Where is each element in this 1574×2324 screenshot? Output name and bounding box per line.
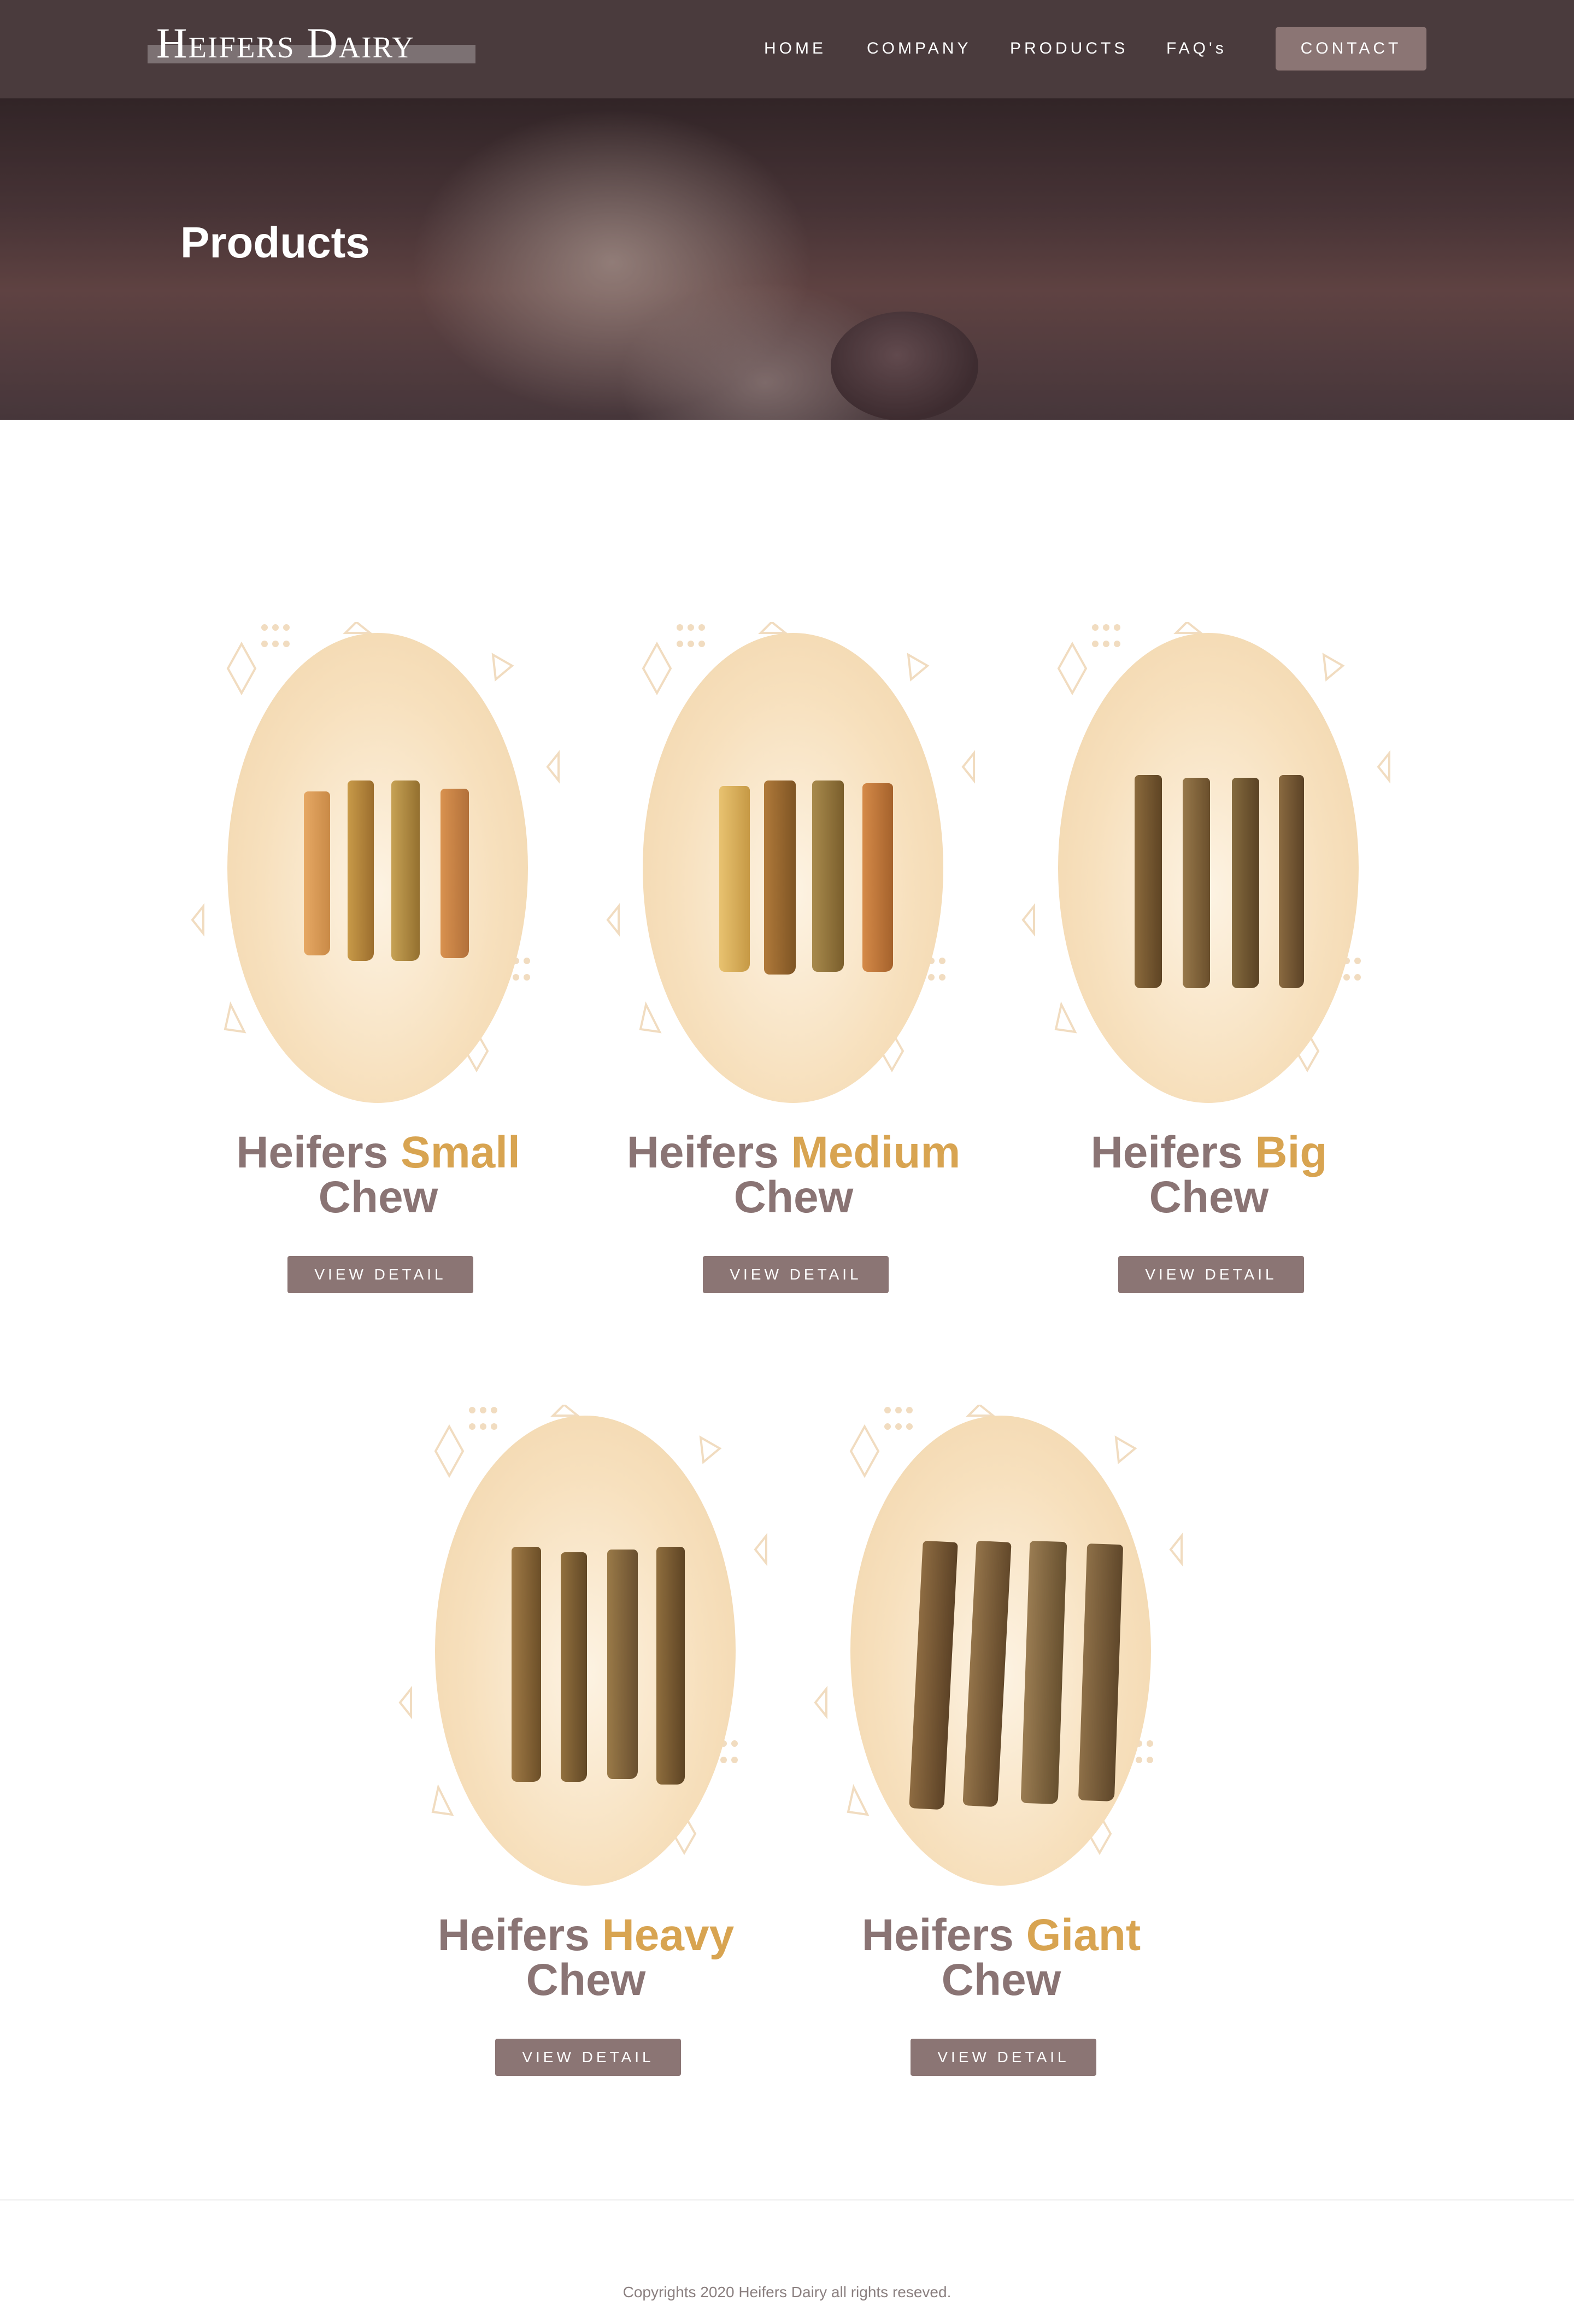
- view-detail-button[interactable]: VIEW DETAIL: [495, 2039, 681, 2076]
- logo-text: Heifers Dairy: [156, 19, 415, 67]
- chew-sticks-image: [1135, 775, 1309, 999]
- contact-button[interactable]: CONTACT: [1276, 27, 1426, 71]
- chew-sticks-image: [304, 780, 479, 999]
- product-card-big: Heifers Big Chew VIEW DETAIL: [1012, 622, 1390, 1333]
- product-title: Heifers Big Chew: [1090, 1128, 1328, 1222]
- product-title: Heifers Medium Chew: [626, 1128, 961, 1222]
- product-card-small: Heifers Small Chew VIEW DETAIL: [181, 622, 560, 1333]
- site-header: Heifers Dairy HOME COMPANY PRODUCTS FAQ'…: [0, 0, 1574, 98]
- view-detail-button[interactable]: VIEW DETAIL: [703, 1256, 889, 1293]
- chew-sticks-image: [719, 780, 894, 999]
- product-title: Heifers Small Chew: [236, 1128, 520, 1222]
- product-title: Heifers Giant Chew: [861, 1910, 1141, 2005]
- view-detail-button[interactable]: VIEW DETAIL: [1118, 1256, 1304, 1293]
- nav-faqs[interactable]: FAQ's: [1166, 39, 1227, 58]
- product-card-giant: Heifers Giant Chew VIEW DETAIL: [804, 1405, 1183, 2115]
- nav-company[interactable]: COMPANY: [867, 39, 971, 58]
- product-card-medium: Heifers Medium Chew VIEW DETAIL: [597, 622, 975, 1333]
- page-title: Products: [180, 218, 370, 267]
- product-title: Heifers Heavy Chew: [437, 1910, 735, 2005]
- view-detail-button[interactable]: VIEW DETAIL: [287, 1256, 473, 1293]
- nav-home[interactable]: HOME: [764, 39, 826, 58]
- logo[interactable]: Heifers Dairy: [146, 19, 477, 67]
- product-card-heavy: Heifers Heavy Chew VIEW DETAIL: [389, 1405, 767, 2115]
- footer-copyright: Copyrights 2020 Heifers Dairy all rights…: [622, 2284, 952, 2300]
- chew-sticks-image: [909, 1540, 1124, 1810]
- footer-divider: [0, 2199, 1574, 2200]
- chew-sticks-image: [512, 1547, 686, 1785]
- hero-banner: Products: [0, 98, 1574, 420]
- view-detail-button[interactable]: VIEW DETAIL: [911, 2039, 1096, 2076]
- nav-products[interactable]: PRODUCTS: [1010, 39, 1128, 58]
